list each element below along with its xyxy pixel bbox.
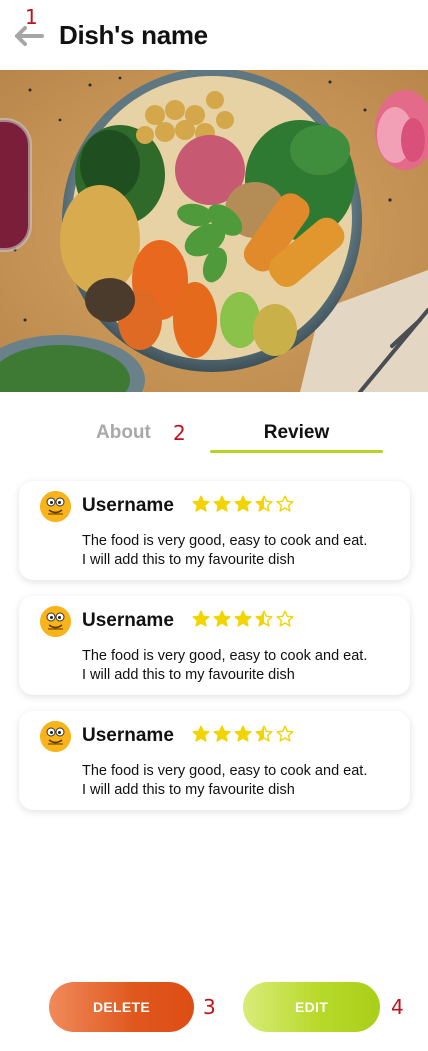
star-filled-icon [213, 495, 231, 512]
star-empty-icon [276, 610, 294, 627]
review-comment-line: The food is very good, easy to cook and … [82, 648, 368, 664]
star-filled-icon [234, 725, 252, 742]
review-card: Username The food is very good, easy to … [19, 481, 410, 580]
bee-avatar-icon [40, 606, 71, 637]
avatar [40, 606, 71, 637]
review-username: Username [82, 610, 174, 631]
review-comment: The food is very good, easy to cook and … [82, 647, 392, 685]
back-button[interactable] [14, 22, 46, 50]
annotation-4: 4 [391, 995, 404, 1019]
star-filled-icon [192, 495, 210, 512]
review-comment: The food is very good, easy to cook and … [82, 532, 392, 570]
star-half-icon [255, 610, 273, 627]
tab-bar: About Review [0, 392, 428, 462]
rating-stars [192, 610, 294, 628]
review-comment: The food is very good, easy to cook and … [82, 762, 392, 800]
review-comment-line: The food is very good, easy to cook and … [82, 763, 368, 779]
delete-button[interactable]: DELETE [49, 982, 194, 1032]
star-filled-icon [234, 495, 252, 512]
star-filled-icon [192, 610, 210, 627]
star-half-icon [255, 495, 273, 512]
bee-avatar-icon [40, 491, 71, 522]
review-card: Username The food is very good, easy to … [19, 711, 410, 810]
rating-stars [192, 725, 294, 743]
star-filled-icon [234, 610, 252, 627]
bee-avatar-icon [40, 721, 71, 752]
annotation-3: 3 [203, 995, 216, 1019]
star-half-icon [255, 725, 273, 742]
review-comment-line: I will add this to my favourite dish [82, 782, 295, 798]
review-username: Username [82, 495, 174, 516]
star-filled-icon [213, 725, 231, 742]
star-empty-icon [276, 495, 294, 512]
edit-button[interactable]: EDIT [243, 982, 380, 1032]
dish-image [0, 70, 428, 392]
star-filled-icon [213, 610, 231, 627]
review-comment-line: The food is very good, easy to cook and … [82, 533, 368, 549]
page-title: Dish's name [59, 20, 208, 50]
avatar [40, 721, 71, 752]
review-comment-line: I will add this to my favourite dish [82, 552, 295, 568]
tab-review[interactable]: Review [210, 422, 383, 444]
app-header: Dish's name [0, 0, 428, 70]
review-comment-line: I will add this to my favourite dish [82, 667, 295, 683]
star-empty-icon [276, 725, 294, 742]
review-card: Username The food is very good, easy to … [19, 596, 410, 695]
review-username: Username [82, 725, 174, 746]
star-filled-icon [192, 725, 210, 742]
food-bowl-image [0, 70, 428, 392]
tab-about[interactable]: About [96, 422, 151, 444]
tab-active-indicator [210, 450, 383, 453]
review-list: Username The food is very good, easy to … [19, 481, 410, 826]
rating-stars [192, 495, 294, 513]
avatar [40, 491, 71, 522]
arrow-left-icon [15, 26, 44, 46]
